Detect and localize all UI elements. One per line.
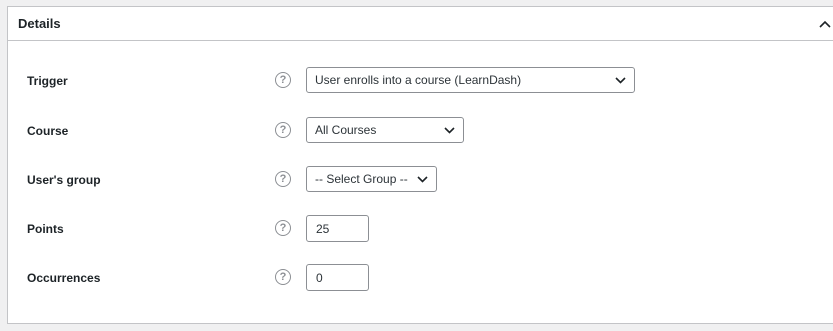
occurrences-row: Occurrences ? 0 — [8, 264, 833, 292]
help-icon[interactable]: ? — [275, 171, 291, 187]
points-input[interactable]: 25 — [306, 215, 369, 242]
occurrences-label: Occurrences — [27, 271, 101, 285]
panel-header[interactable]: Details — [8, 7, 833, 41]
trigger-value: User enrolls into a course (LearnDash) — [315, 73, 522, 87]
points-row: Points ? 25 — [8, 215, 833, 243]
trigger-row: Trigger ? User enrolls into a course (Le… — [8, 67, 833, 95]
occurrences-input[interactable]: 0 — [306, 264, 369, 291]
group-value: -- Select Group -- — [315, 172, 408, 186]
chevron-down-icon — [444, 127, 455, 134]
chevron-down-icon — [615, 77, 626, 84]
chevron-down-icon — [417, 176, 428, 183]
help-icon[interactable]: ? — [275, 269, 291, 285]
points-label: Points — [27, 222, 64, 236]
details-panel: Details Trigger ? User enrolls into a co… — [7, 6, 833, 324]
help-icon[interactable]: ? — [275, 72, 291, 88]
course-select[interactable]: All Courses — [306, 117, 464, 143]
course-row: Course ? All Courses — [8, 117, 833, 145]
course-value: All Courses — [315, 123, 377, 137]
group-row: User's group ? -- Select Group -- — [8, 166, 833, 194]
group-label: User's group — [27, 173, 101, 187]
course-label: Course — [27, 124, 69, 138]
group-select[interactable]: -- Select Group -- — [306, 166, 437, 192]
points-value: 25 — [316, 222, 330, 236]
panel-title: Details — [18, 16, 61, 31]
chevron-up-icon[interactable] — [818, 17, 832, 29]
trigger-label: Trigger — [27, 74, 68, 88]
help-icon[interactable]: ? — [275, 220, 291, 236]
trigger-select[interactable]: User enrolls into a course (LearnDash) — [306, 67, 635, 93]
occurrences-value: 0 — [316, 271, 323, 285]
help-icon[interactable]: ? — [275, 122, 291, 138]
